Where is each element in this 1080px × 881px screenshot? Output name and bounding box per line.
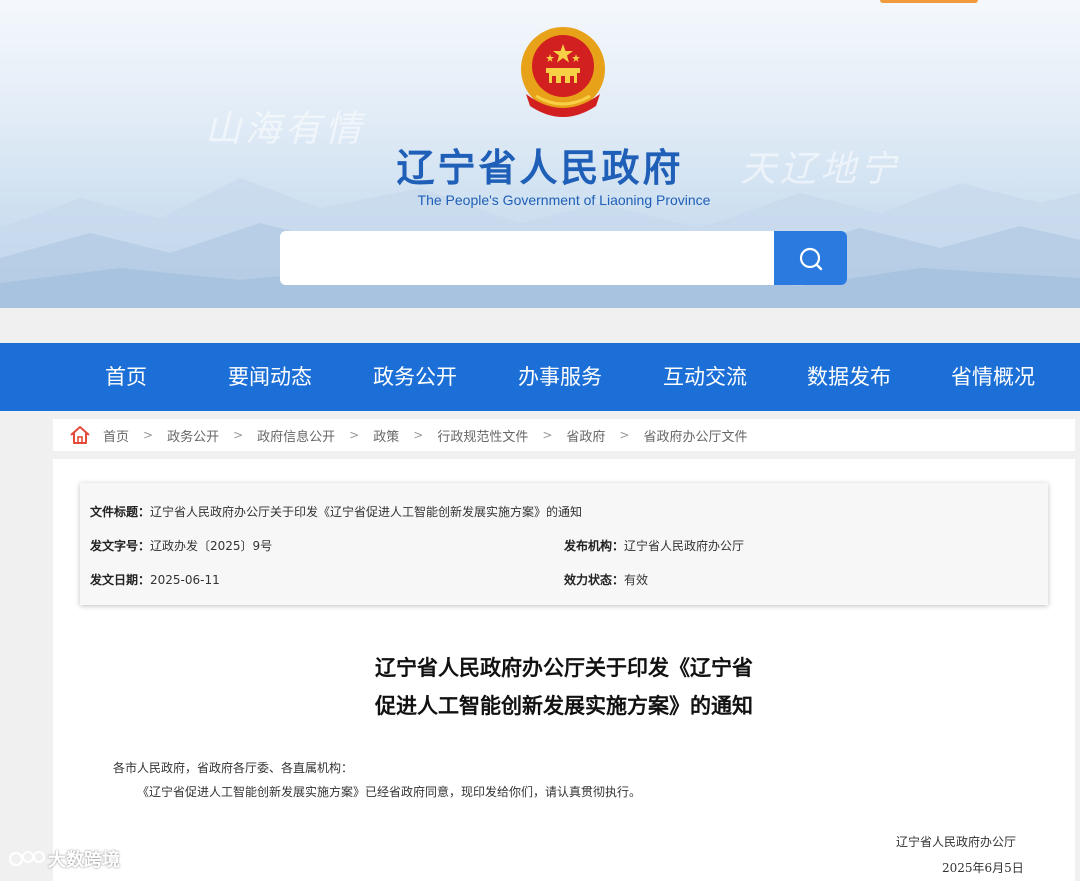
meta-doc-no-label: 发文字号： (90, 539, 151, 553)
document-sign-date: 2025年6月5日 (942, 861, 1024, 875)
chevron-right-icon: > (143, 428, 154, 442)
home-icon[interactable] (69, 424, 91, 446)
site-subtitle: The People's Government of Liaoning Prov… (417, 192, 711, 208)
chevron-right-icon: > (349, 428, 360, 442)
search-box (280, 231, 847, 285)
meta-date-row: 发文日期：2025-06-11 (90, 571, 220, 588)
breadcrumb-item-home[interactable]: 首页 (103, 426, 129, 445)
meta-status-label: 效力状态： (564, 573, 625, 587)
document-salutation: 各市人民政府，省政府各厅委、各直属机构： (113, 761, 354, 775)
nav-item-services[interactable]: 办事服务 (500, 343, 620, 411)
breadcrumb: 首页 > 政务公开 > 政府信息公开 > 政策 > 行政规范性文件 > 省政府 … (53, 419, 1075, 451)
meta-date-value: 2025-06-11 (150, 573, 220, 587)
document-paragraph: 《辽宁省促进人工智能创新发展实施方案》已经省政府同意，现印发给你们，请认真贯彻执… (137, 785, 642, 799)
document-signature: 辽宁省人民政府办公厅 (896, 835, 1017, 849)
nav-item-province-overview[interactable]: 省情概况 (933, 343, 1053, 411)
meta-title-label: 文件标题： (90, 505, 151, 519)
meta-title-value: 辽宁省人民政府办公厅关于印发《辽宁省促进人工智能创新发展实施方案》的通知 (150, 505, 583, 519)
header-banner: 山海有情 天辽地宁 辽宁省人民政府 The People's Governmen… (0, 0, 1080, 308)
meta-status-value: 有效 (624, 573, 649, 587)
chevron-right-icon: > (233, 428, 244, 442)
breadcrumb-item-office-docs[interactable]: 省政府办公厅文件 (643, 426, 747, 445)
chevron-right-icon: > (413, 428, 424, 442)
chevron-right-icon: > (619, 428, 630, 442)
nav-item-home[interactable]: 首页 (66, 343, 186, 411)
breadcrumb-item-gov-info[interactable]: 政府信息公开 (257, 426, 335, 445)
nav-item-data[interactable]: 数据发布 (789, 343, 909, 411)
main-nav: 首页 要闻动态 政务公开 办事服务 互动交流 数据发布 省情概况 (0, 343, 1080, 411)
meta-issuer-value: 辽宁省人民政府办公厅 (624, 539, 745, 553)
article-content: 文件标题：辽宁省人民政府办公厅关于印发《辽宁省促进人工智能创新发展实施方案》的通… (53, 459, 1075, 881)
nav-item-news[interactable]: 要闻动态 (210, 343, 330, 411)
site-title: 辽宁省人民政府 (396, 145, 684, 190)
meta-status-row: 效力状态：有效 (564, 571, 648, 588)
breadcrumb-item-normative-docs[interactable]: 行政规范性文件 (437, 426, 528, 445)
search-icon (799, 247, 823, 271)
document-meta-box: 文件标题：辽宁省人民政府办公厅关于印发《辽宁省促进人工智能创新发展实施方案》的通… (80, 483, 1048, 605)
nav-item-gov-affairs[interactable]: 政务公开 (355, 343, 475, 411)
watermark-text: 大数跨境 (48, 850, 120, 871)
meta-issuer-label: 发布机构： (564, 539, 625, 553)
meta-doc-no-row: 发文字号：辽政办发〔2025〕9号 (90, 537, 272, 554)
document-title: 辽宁省人民政府办公厅关于印发《辽宁省 促进人工智能创新发展实施方案》的通知 (53, 649, 1075, 725)
breadcrumb-item-provincial-gov[interactable]: 省政府 (566, 426, 605, 445)
meta-title-row: 文件标题：辽宁省人民政府办公厅关于印发《辽宁省促进人工智能创新发展实施方案》的通… (90, 503, 582, 520)
meta-issuer-row: 发布机构：辽宁省人民政府办公厅 (564, 537, 744, 554)
top-orange-tab[interactable] (880, 0, 978, 3)
document-title-line1: 辽宁省人民政府办公厅关于印发《辽宁省 (375, 656, 753, 680)
national-emblem-icon (521, 27, 605, 117)
watermark: 大数跨境 (8, 846, 120, 872)
breadcrumb-item-policy[interactable]: 政策 (373, 426, 399, 445)
meta-doc-no-value: 辽政办发〔2025〕9号 (150, 539, 273, 553)
search-input[interactable] (280, 231, 774, 285)
chevron-right-icon: > (542, 428, 553, 442)
meta-date-label: 发文日期： (90, 573, 151, 587)
search-button[interactable] (774, 231, 847, 285)
breadcrumb-item-gov-affairs[interactable]: 政务公开 (167, 426, 219, 445)
nav-item-interaction[interactable]: 互动交流 (645, 343, 765, 411)
document-title-line2: 促进人工智能创新发展实施方案》的通知 (375, 694, 753, 718)
watermark-logo-icon (9, 851, 45, 866)
